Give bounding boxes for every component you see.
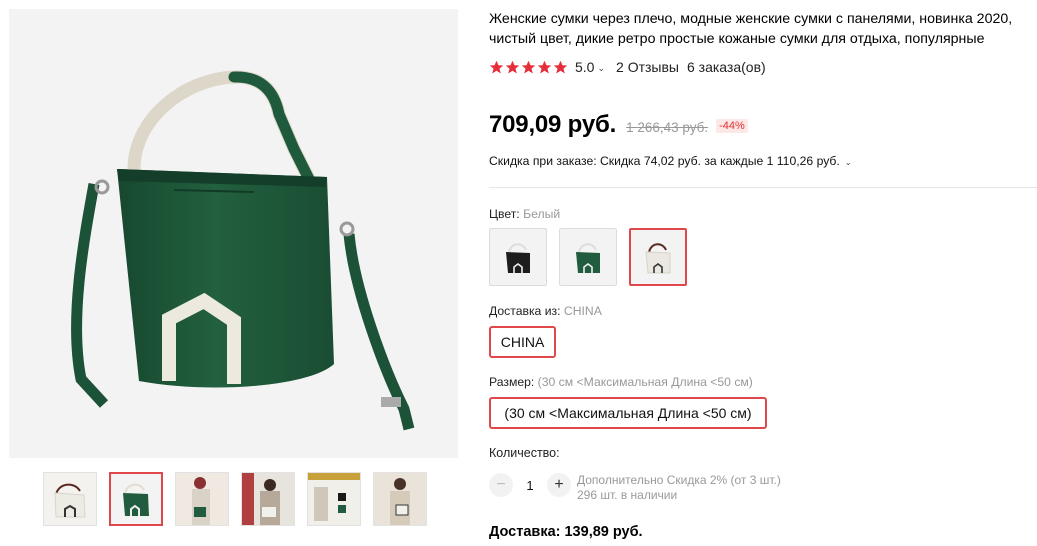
chevron-down-icon[interactable]: ⌄ [597,63,605,74]
thumbnail-model-photo-4[interactable] [373,472,427,526]
current-price: 709,09 руб. [489,111,617,138]
size-option[interactable]: (30 см <Максимальная Длина <50 см) [489,397,767,429]
product-title: Женские сумки через плечо, модные женски… [489,11,1013,47]
extra-discount-text: Дополнительно Скидка 2% (от 3 шт.) [577,473,781,487]
divider [489,187,1037,188]
quantity-label: Количество: [489,446,560,460]
chevron-down-icon: ⌄ [844,157,852,167]
quantity-stepper: − 1 + [489,473,571,497]
color-label-text: Цвет: [489,207,520,221]
reviews-link[interactable]: 2 Отзывы [616,59,679,75]
ship-from-option-china[interactable]: CHINA [489,326,556,358]
color-selected-value: Белый [523,207,561,221]
star-icon [489,60,504,73]
color-option-green[interactable] [559,228,617,286]
promo-text: Скидка при заказе: Скидка 74,02 руб. за … [489,154,840,168]
rating-stars [489,60,568,75]
thumbnail-white-bag[interactable] [43,472,97,526]
main-product-image[interactable] [9,9,458,458]
thumbnail-model-photo-3[interactable] [307,472,361,526]
original-price: 1 266,43 руб. [626,119,709,135]
delivery-cost: Доставка: 139,89 руб. [489,524,643,540]
star-icon [521,60,536,73]
promo-discount[interactable]: Скидка при заказе: Скидка 74,02 руб. за … [489,154,852,168]
ship-from-label-text: Доставка из: [489,304,561,318]
star-icon [553,60,568,73]
orders-count: 6 заказа(ов) [686,59,766,75]
color-option-black[interactable] [489,228,547,286]
color-label: Цвет: Белый [489,207,560,221]
quantity-input[interactable]: 1 [513,478,547,493]
discount-badge: -44% [716,118,748,133]
ship-from-selected-value: CHINA [563,304,602,318]
size-label-text: Размер: [489,375,535,389]
thumbnail-green-bag[interactable] [109,472,163,526]
thumbnail-strip [43,472,427,526]
thumbnail-model-photo-1[interactable] [175,472,229,526]
stock-text: 296 шт. в наличии [577,488,678,502]
quantity-increase-button[interactable]: + [547,473,571,497]
rating-value[interactable]: 5.0 [575,59,594,75]
star-icon [505,60,520,73]
size-selected-value: (30 см <Максимальная Длина <50 см) [537,375,753,389]
star-icon [537,60,552,73]
thumbnail-model-photo-2[interactable] [241,472,295,526]
quantity-decrease-button[interactable]: − [489,473,513,497]
color-options [489,228,687,286]
color-option-white[interactable] [629,228,687,286]
price-row: 709,09 руб. 1 266,43 руб. -44% [489,110,748,140]
ship-from-label: Доставка из: CHINA [489,304,602,318]
size-label: Размер: (30 см <Максимальная Длина <50 с… [489,375,753,389]
quantity-info: Дополнительно Скидка 2% (от 3 шт.) 296 ш… [577,473,781,503]
rating-row: 5.0 ⌄ 2 Отзывы 6 заказа(ов) [489,57,766,77]
